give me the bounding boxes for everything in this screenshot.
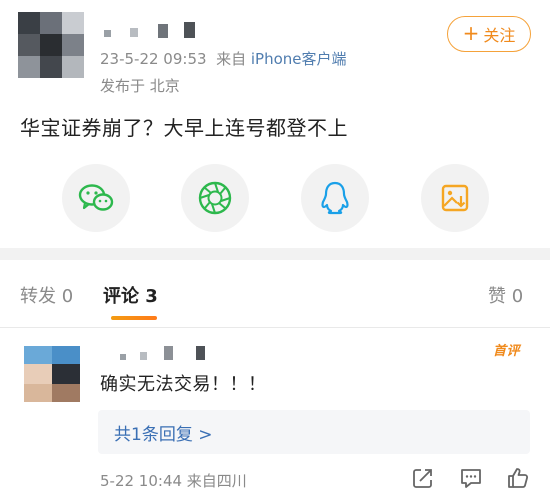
first-comment-badge: 首评 (493, 344, 521, 359)
like-icon (508, 468, 529, 488)
tab-divider (0, 327, 550, 328)
comment-reply-button[interactable] (459, 466, 483, 490)
plus-icon: + (462, 21, 480, 45)
tab-comments-count: 3 (145, 286, 158, 307)
tab-repost-count: 0 (61, 286, 74, 307)
post-text: 华宝证券崩了？大早上连号都登不上 (20, 116, 348, 140)
post-source-link[interactable]: iPhone客户端 (251, 50, 347, 68)
reply-summary: 共1条回复 > (114, 424, 213, 445)
post-meta: 23-5-22 09:53 来自 iPhone客户端 (100, 48, 347, 69)
tab-likes[interactable]: 赞 0 (488, 282, 523, 308)
follow-button[interactable]: + 关注 (447, 16, 531, 52)
commenter-name-blurred[interactable] (112, 344, 232, 364)
author-name-blurred[interactable] (100, 18, 220, 44)
tab-likes-label: 赞 (488, 286, 506, 307)
section-separator (0, 248, 550, 260)
moments-icon (198, 181, 232, 215)
tab-likes-count: 0 (511, 286, 524, 307)
active-tab-indicator (111, 316, 157, 320)
post-source-prefix: 来自 (216, 50, 247, 68)
qq-icon (321, 181, 349, 215)
comment-time-location: 5-22 10:44 来自四川 (100, 472, 247, 490)
tab-repost-label: 转发 (20, 286, 56, 307)
tab-repost[interactable]: 转发 0 (20, 282, 73, 308)
post-location: 发布于 北京 (100, 77, 180, 95)
comment-icon (461, 469, 481, 488)
author-avatar[interactable] (18, 12, 84, 78)
comment-text: 确实无法交易！！！ (100, 374, 267, 395)
post-timestamp: 23-5-22 09:53 (100, 50, 207, 68)
view-replies-button[interactable]: 共1条回复 > (98, 410, 530, 454)
comment-like-button[interactable] (506, 466, 530, 490)
save-image-button[interactable] (421, 164, 489, 232)
follow-label: 关注 (483, 26, 516, 45)
share-qq-button[interactable] (301, 164, 369, 232)
share-icon (413, 469, 432, 488)
tab-comments[interactable]: 评论 3 (103, 282, 158, 308)
tab-comments-label: 评论 (103, 286, 139, 307)
share-wechat-button[interactable] (62, 164, 130, 232)
commenter-avatar[interactable] (24, 346, 80, 402)
share-moments-button[interactable] (181, 164, 249, 232)
save-image-icon (441, 184, 469, 212)
comment-share-button[interactable] (411, 466, 435, 490)
wechat-icon (78, 184, 114, 211)
